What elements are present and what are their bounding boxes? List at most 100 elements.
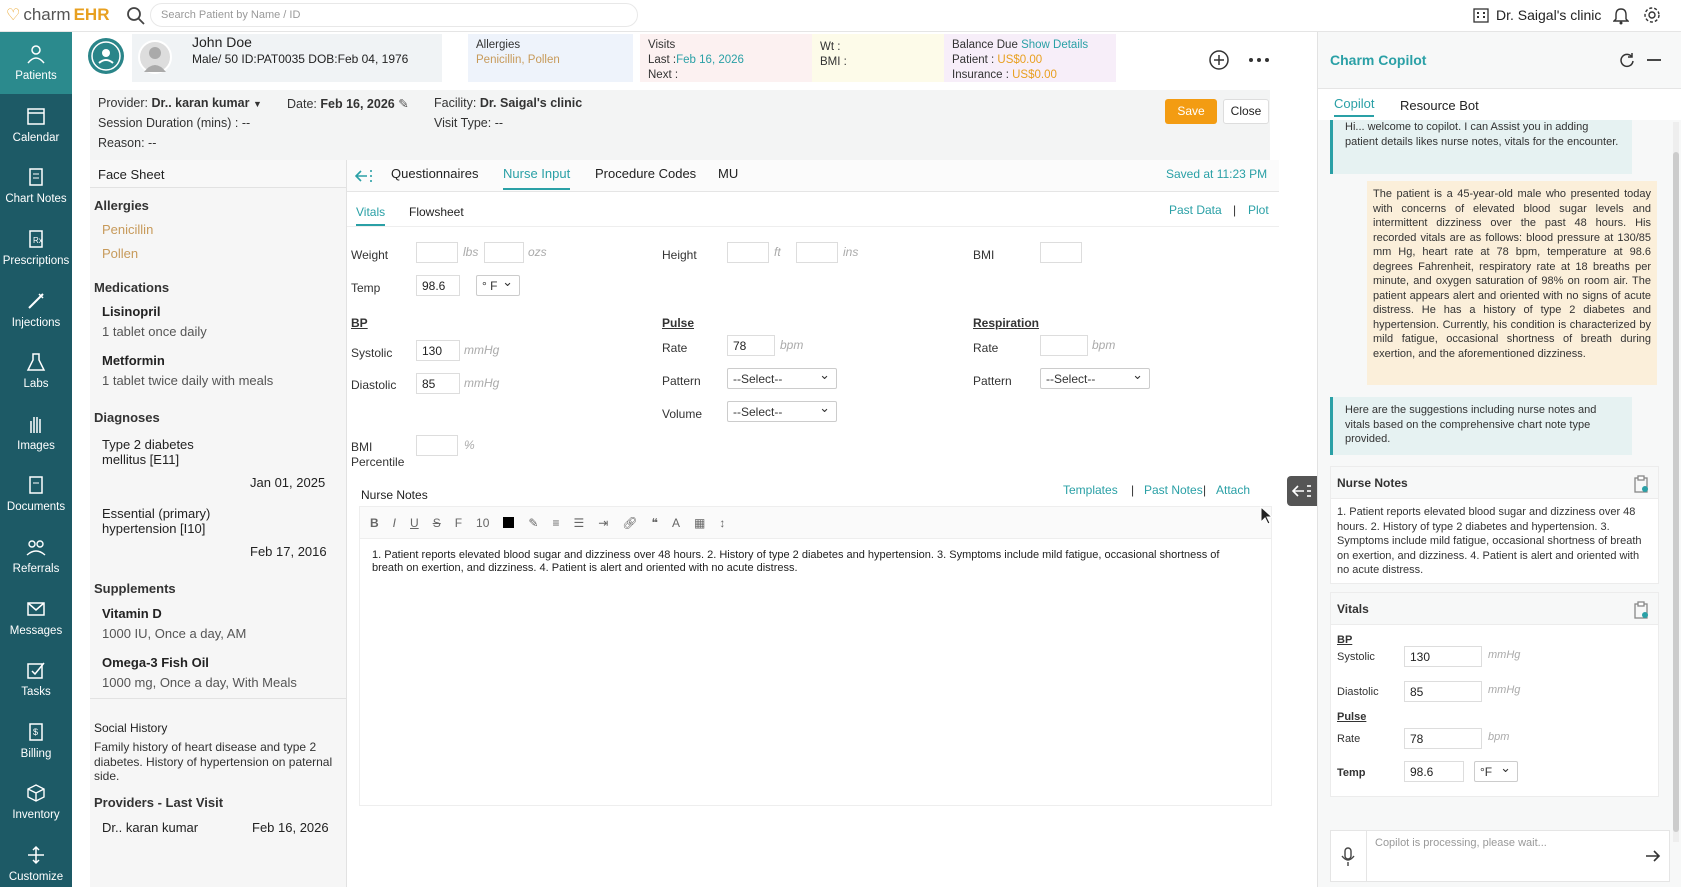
- bell-icon[interactable]: [1613, 7, 1629, 25]
- tab-questionnaires[interactable]: Questionnaires: [391, 166, 478, 181]
- past-notes-link[interactable]: Past Notes: [1144, 483, 1203, 497]
- save-button[interactable]: Save: [1165, 99, 1217, 124]
- charm-ehr-logo[interactable]: ♡ charm EHR: [6, 5, 109, 25]
- copilot-diastolic-input[interactable]: 85: [1404, 681, 1482, 702]
- font-family-icon[interactable]: F: [455, 516, 462, 530]
- visits-last-value[interactable]: Feb 16, 2026: [676, 54, 744, 66]
- labs-icon: [26, 353, 46, 372]
- add-circle-icon[interactable]: [1208, 49, 1230, 71]
- sidebar-item-inventory[interactable]: Inventory: [0, 771, 72, 833]
- collapse-arrow-icon[interactable]: [355, 169, 373, 183]
- copilot-temp-input[interactable]: 98.6: [1404, 761, 1464, 782]
- more-options-icon[interactable]: [1248, 56, 1270, 64]
- sidebar-item-customize[interactable]: Customize: [0, 833, 72, 894]
- attach-link[interactable]: Attach: [1216, 483, 1250, 497]
- tab-nurse-input[interactable]: Nurse Input: [503, 166, 571, 190]
- sidebar-item-labs[interactable]: Labs: [0, 340, 72, 402]
- quote-icon[interactable]: ❝: [652, 516, 658, 530]
- copilot-systolic-input[interactable]: 130: [1404, 646, 1482, 667]
- scrollbar-thumb[interactable]: [1673, 152, 1679, 832]
- weight-ozs-input[interactable]: [484, 242, 524, 263]
- patient-name[interactable]: John Doe: [192, 35, 252, 50]
- systolic-input[interactable]: 130: [416, 340, 460, 361]
- session-duration-value[interactable]: --: [242, 116, 250, 130]
- diastolic-input[interactable]: 85: [416, 373, 460, 394]
- patient-tag-icon[interactable]: [88, 38, 124, 74]
- copilot-chat-input[interactable]: Copilot is processing, please wait...: [1375, 837, 1547, 849]
- sidebar-item-label: Injections: [11, 316, 61, 329]
- sidebar-item-calendar[interactable]: Calendar: [0, 94, 72, 156]
- line-height-icon[interactable]: ↕: [719, 516, 725, 530]
- past-data-link[interactable]: Past Data: [1169, 203, 1222, 217]
- edit-pencil-icon[interactable]: ✎: [398, 97, 408, 111]
- minimize-icon[interactable]: [1646, 58, 1662, 62]
- sidebar-item-images[interactable]: Images: [0, 402, 72, 464]
- clear-format-icon[interactable]: A: [672, 516, 680, 530]
- height-ins-input[interactable]: [796, 242, 838, 263]
- sidebar-item-prescriptions[interactable]: Rx Prescriptions: [0, 217, 72, 279]
- underline-icon[interactable]: U: [410, 516, 419, 530]
- resp-pattern-select[interactable]: --Select--: [1040, 367, 1150, 389]
- pulse-pattern-select[interactable]: --Select--: [727, 367, 837, 389]
- temp-input[interactable]: 98.6: [416, 275, 460, 296]
- nurse-notes-editor[interactable]: B I U S F 10 ✎ ≡ ☰ ⇥ 🔗︎ ❝ A ▦ ↕ 1. Patie…: [359, 506, 1272, 806]
- pulse-volume-select[interactable]: --Select--: [727, 400, 837, 422]
- strikethrough-icon[interactable]: S: [433, 516, 441, 530]
- sidebar-item-chart-notes[interactable]: Chart Notes: [0, 155, 72, 217]
- reason-value[interactable]: --: [148, 136, 156, 150]
- close-button[interactable]: Close: [1223, 99, 1269, 124]
- height-ft-input[interactable]: [727, 242, 769, 263]
- temp-unit-select[interactable]: ° F: [476, 274, 520, 296]
- indent-icon[interactable]: ⇥: [598, 516, 608, 530]
- italic-icon[interactable]: I: [393, 516, 396, 530]
- pulse-rate-input[interactable]: 78: [727, 335, 775, 356]
- gear-icon[interactable]: [1643, 6, 1661, 24]
- plot-link[interactable]: Plot: [1248, 203, 1269, 217]
- resp-rate-input[interactable]: [1040, 335, 1088, 356]
- diagnosis-date: Feb 17, 2016: [250, 544, 327, 559]
- text-color-icon[interactable]: [503, 517, 515, 528]
- send-arrow-icon[interactable]: [1645, 849, 1661, 863]
- microphone-icon[interactable]: [1341, 847, 1355, 867]
- table-icon[interactable]: ▦: [694, 516, 705, 530]
- sidebar-item-messages[interactable]: Messages: [0, 586, 72, 648]
- bmi-percentile-input[interactable]: [416, 435, 458, 456]
- search-icon[interactable]: [126, 6, 146, 26]
- tab-copilot[interactable]: Copilot: [1334, 96, 1375, 117]
- bold-icon[interactable]: B: [370, 516, 379, 530]
- sidebar-item-billing[interactable]: $ Billing: [0, 710, 72, 772]
- font-size-select[interactable]: 10: [476, 516, 489, 530]
- weight-lbs-input[interactable]: [416, 242, 458, 263]
- tab-mu[interactable]: MU: [718, 166, 738, 181]
- copilot-temp-unit-select[interactable]: °F: [1474, 760, 1518, 782]
- clinic-selector[interactable]: Dr. Saigal's clinic: [1472, 6, 1601, 24]
- sidebar-item-documents[interactable]: Documents: [0, 463, 72, 525]
- subtab-vitals[interactable]: Vitals: [356, 205, 386, 226]
- clipboard-copy-icon[interactable]: [1633, 475, 1649, 493]
- highlight-icon[interactable]: ✎: [528, 516, 538, 530]
- bmi-input[interactable]: [1040, 242, 1082, 263]
- sidebar-item-injections[interactable]: Injections: [0, 278, 72, 340]
- align-icon[interactable]: ≡: [552, 516, 559, 530]
- sidebar-item-patients[interactable]: Patients: [0, 32, 72, 94]
- tab-resource-bot[interactable]: Resource Bot: [1400, 98, 1479, 113]
- list-icon[interactable]: ☰: [573, 516, 584, 530]
- sidebar-item-referrals[interactable]: Referrals: [0, 525, 72, 587]
- scrollbar[interactable]: [1673, 122, 1679, 842]
- refresh-icon[interactable]: [1619, 52, 1635, 68]
- sidebar-item-tasks[interactable]: Tasks: [0, 648, 72, 710]
- provider-dropdown[interactable]: Dr.. karan kumar: [152, 96, 250, 110]
- tab-procedure-codes[interactable]: Procedure Codes: [595, 166, 696, 181]
- show-details-link[interactable]: Show Details: [1021, 39, 1088, 51]
- copilot-rate-input[interactable]: 78: [1404, 728, 1482, 749]
- link-icon[interactable]: 🔗︎: [622, 516, 637, 530]
- copilot-collapse-button[interactable]: [1287, 476, 1317, 506]
- subtab-flowsheet[interactable]: Flowsheet: [409, 205, 464, 219]
- chevron-down-icon[interactable]: ▼: [253, 99, 262, 109]
- nurse-notes-text[interactable]: 1. Patient reports elevated blood sugar …: [360, 539, 1271, 585]
- provider-last-visit: Feb 16, 2026: [252, 820, 329, 835]
- patient-search-input[interactable]: Search Patient by Name / ID: [150, 3, 638, 27]
- visit-type-value[interactable]: --: [495, 116, 503, 130]
- templates-link[interactable]: Templates: [1063, 483, 1118, 497]
- clipboard-copy-icon[interactable]: [1633, 601, 1649, 619]
